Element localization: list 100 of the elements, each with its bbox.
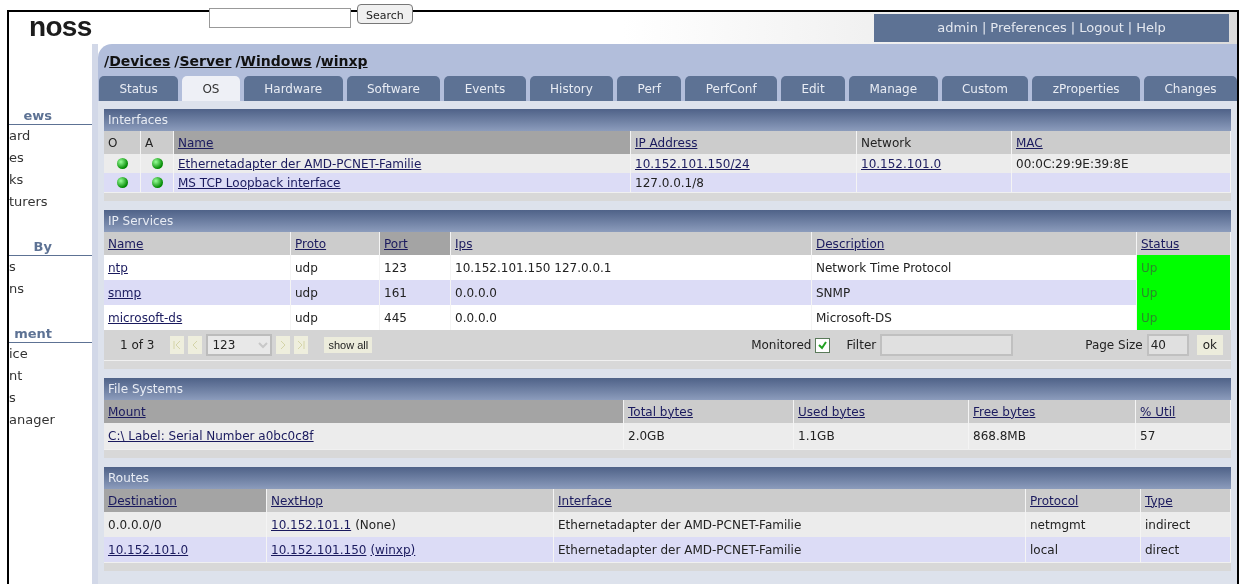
column-header[interactable]: Free bytes [969, 400, 1136, 423]
sidebar-item[interactable]: s [9, 256, 92, 278]
column-header[interactable]: Used bytes [794, 400, 969, 423]
sidebar-item[interactable]: turers [9, 191, 92, 213]
breadcrumb-link[interactable]: Windows [240, 50, 312, 72]
tab[interactable]: PerfConf [685, 76, 777, 101]
search-button[interactable]: Search [357, 4, 413, 24]
cell-link[interactable]: 10.152.101.150 [271, 540, 367, 559]
column-header[interactable]: Destination [104, 489, 267, 512]
monitored-checkbox[interactable] [815, 337, 831, 353]
table-cell: local [1026, 537, 1141, 562]
table-cell: Ethernetadapter der AMD-PCNET-Familie [554, 537, 1026, 562]
table-cell: 161 [380, 280, 451, 305]
table-cell: udp [291, 255, 380, 280]
column-header[interactable]: NextHop [267, 489, 554, 512]
column-header[interactable]: % Util [1136, 400, 1231, 423]
table-cell: 127.0.0.1/8 [631, 173, 857, 192]
separator: | [1127, 19, 1133, 38]
column-header[interactable]: Interface [554, 489, 1026, 512]
sidebar-item[interactable]: ice [9, 343, 92, 365]
column-header[interactable]: Description [812, 232, 1137, 255]
cell-link[interactable]: Ethernetadapter der AMD-PCNET-Familie [178, 154, 422, 173]
cell-link[interactable]: 10.152.101.0 [861, 154, 942, 173]
column-header[interactable]: Protocol [1026, 489, 1141, 512]
table-cell: 0.0.0.0 [451, 305, 812, 330]
breadcrumb-link[interactable]: Devices [109, 50, 171, 72]
section-title-bar: Interfaces [104, 109, 1231, 131]
tab[interactable]: Hardware [243, 76, 343, 101]
cell-link[interactable]: 10.152.101.150/24 [635, 154, 750, 173]
column-header[interactable]: Port [380, 232, 451, 255]
breadcrumb-separator: / [315, 51, 321, 71]
user-menu-link[interactable]: Logout [1079, 18, 1124, 38]
section-title-bar: File Systems [104, 378, 1231, 400]
cell-link[interactable]: microsoft-ds [108, 308, 183, 327]
status-cell: Up [1137, 280, 1231, 305]
first-page-icon[interactable] [170, 336, 185, 354]
column-header[interactable]: Total bytes [624, 400, 794, 423]
ok-button[interactable]: ok [1196, 335, 1223, 355]
tab[interactable]: Edit [781, 76, 846, 101]
tab[interactable]: Events [444, 76, 526, 101]
breadcrumb-separator: / [235, 51, 241, 71]
cell-link[interactable]: 10.152.101.1 [271, 515, 352, 534]
show-all-button[interactable]: show all [324, 336, 373, 354]
tab[interactable]: OS [182, 76, 240, 101]
tab[interactable]: Software [346, 76, 441, 101]
tab[interactable]: Manage [849, 76, 938, 101]
breadcrumb-link[interactable]: Server [179, 50, 232, 72]
tab[interactable]: Custom [941, 76, 1029, 101]
tab[interactable]: Perf [617, 76, 682, 101]
user-menu-link[interactable]: Preferences [990, 18, 1067, 38]
sidebar-item[interactable]: ns [9, 278, 92, 300]
cell-link[interactable]: MS TCP Loopback interface [178, 173, 341, 192]
sidebar-item[interactable]: anager [9, 409, 92, 431]
column-header[interactable]: Name [104, 232, 291, 255]
cell-link[interactable]: 10.152.101.0 [108, 540, 189, 559]
status-cell: Up [1137, 255, 1231, 280]
column-header[interactable]: Status [1137, 232, 1231, 255]
table-cell: netmgmt [1026, 512, 1141, 537]
column-header[interactable]: Mount [104, 400, 624, 423]
column-header[interactable]: MAC [1012, 131, 1231, 154]
table-cell-text: (None) [355, 516, 396, 534]
column-header[interactable]: Ips [451, 232, 812, 255]
column-header[interactable]: Name [174, 131, 631, 154]
sidebar-item[interactable]: nt [9, 365, 92, 387]
breadcrumb-link[interactable]: winxp [320, 50, 368, 72]
tab[interactable]: History [529, 76, 614, 101]
sidebar-item[interactable]: es [9, 147, 92, 169]
next-page-icon[interactable] [276, 336, 291, 354]
tab[interactable]: Status [99, 76, 179, 101]
table-cell: direct [1141, 537, 1231, 562]
search-field[interactable] [209, 8, 351, 28]
sidebar-item[interactable]: ks [9, 169, 92, 191]
monitored-label: Monitored [751, 337, 812, 354]
page-size-field[interactable]: 40 [1146, 334, 1189, 356]
cell-link[interactable]: C:\ Label: Serial Number a0bc0c8f [108, 427, 314, 445]
cell-link[interactable]: ntp [108, 258, 128, 277]
column-header[interactable]: IP Address [631, 131, 857, 154]
page-select[interactable]: 123 [206, 334, 273, 356]
separator: | [1070, 19, 1076, 38]
column-header[interactable]: Proto [291, 232, 380, 255]
previous-page-icon[interactable] [188, 336, 203, 354]
table-cell: 868.8MB [969, 423, 1136, 449]
tab[interactable]: Changes [1144, 76, 1237, 101]
tab[interactable]: zProperties [1032, 76, 1140, 101]
sidebar-item[interactable]: s [9, 387, 92, 409]
section-title-bar: Routes [104, 467, 1231, 489]
logo: noss [29, 13, 92, 41]
table-cell: Ethernetadapter der AMD-PCNET-Familie [554, 512, 1026, 537]
table-cell: 00:0C:29:9E:39:8E [1012, 154, 1231, 173]
cell-link[interactable]: (winxp) [370, 540, 416, 559]
column-header: O [104, 131, 141, 154]
last-page-icon[interactable] [294, 336, 309, 354]
user-menu-link[interactable]: admin [937, 18, 978, 38]
user-menu-link[interactable]: Help [1136, 18, 1166, 38]
cell-link[interactable]: snmp [108, 283, 142, 302]
column-header[interactable]: Type [1141, 489, 1231, 512]
table-cell: 57 [1136, 423, 1231, 449]
sidebar-item[interactable]: ard [9, 125, 92, 147]
table-cell: 2.0GB [624, 423, 794, 449]
filter-field[interactable] [880, 334, 1014, 356]
